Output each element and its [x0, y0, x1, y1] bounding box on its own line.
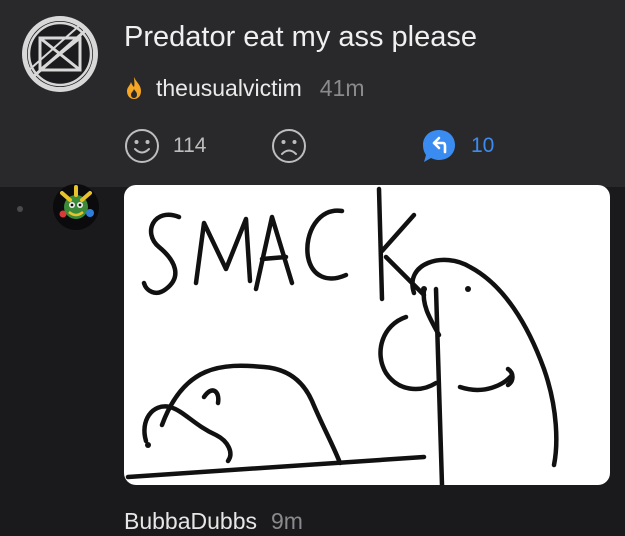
reply-count: 10: [471, 134, 495, 157]
comment-timestamp: 9m: [271, 508, 303, 534]
post-avatar[interactable]: [20, 14, 100, 94]
comment-avatar[interactable]: [52, 183, 100, 231]
frown-icon: [272, 129, 306, 163]
post-author[interactable]: theusualvictim: [156, 75, 302, 102]
comment-author[interactable]: BubbaDubbs: [124, 508, 257, 535]
post-actions: 114 10: [124, 124, 604, 168]
post-title[interactable]: Predator eat my ass please: [124, 21, 477, 54]
reply-icon: [423, 130, 455, 162]
smiley-icon: [125, 129, 159, 163]
thread-dot: [17, 206, 23, 212]
post-card: Predator eat my ass please theusualvicti…: [0, 0, 625, 187]
downvote-button[interactable]: [271, 124, 307, 168]
comment-image[interactable]: [124, 185, 610, 485]
reply-button[interactable]: 10: [420, 124, 494, 168]
post-timestamp: 41m: [319, 74, 365, 101]
comment-meta: BubbaDubbs 9m: [124, 508, 303, 535]
author-row: theusualvictim 41m: [124, 74, 364, 102]
smack-drawing: [125, 186, 559, 485]
upvote-count: 114: [173, 134, 207, 157]
upvote-button[interactable]: 114: [124, 124, 206, 168]
flame-icon: [127, 77, 141, 99]
